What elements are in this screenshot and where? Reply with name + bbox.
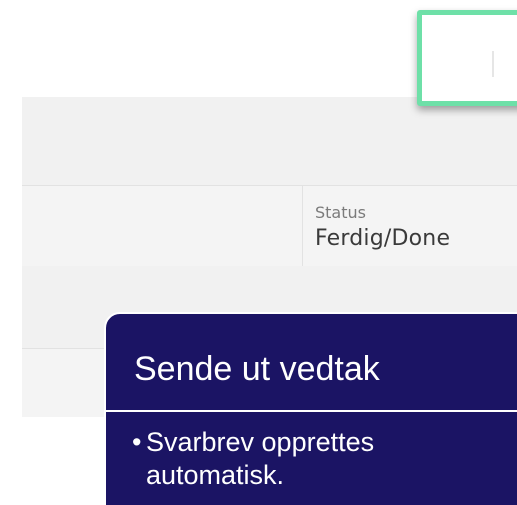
status-value: Ferdig/Done bbox=[315, 226, 451, 251]
panel-header-band bbox=[22, 97, 517, 185]
button-edge bbox=[492, 51, 494, 77]
row-divider bbox=[302, 186, 303, 266]
callout-bullet-text: Svarbrev opprettes automatisk. bbox=[146, 427, 375, 490]
callout-bullet-item: • Svarbrev opprettes automatisk. bbox=[132, 426, 512, 492]
status-label: Status bbox=[315, 203, 366, 222]
instruction-callout: Sende ut vedtak • Svarbrev opprettes aut… bbox=[104, 312, 517, 505]
callout-title: Sende ut vedtak bbox=[134, 350, 380, 388]
screenshot-stage: Status Ferdig/Done Sende ut vedtak • Sva… bbox=[0, 0, 517, 505]
status-row: Status Ferdig/Done bbox=[22, 185, 517, 267]
callout-divider bbox=[106, 410, 517, 412]
bullet-icon: • bbox=[132, 427, 142, 457]
highlighted-action-button[interactable] bbox=[417, 10, 517, 106]
